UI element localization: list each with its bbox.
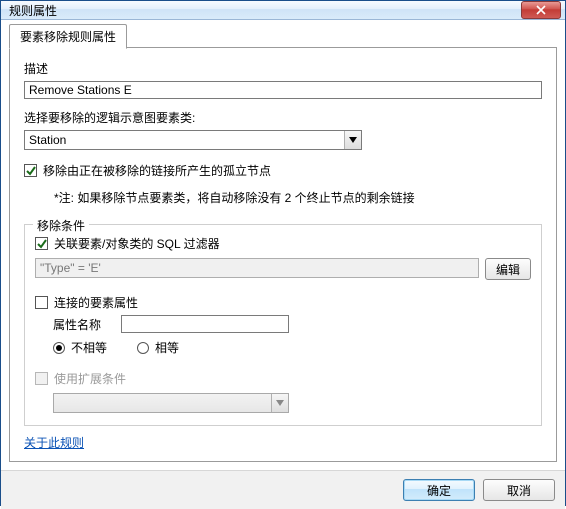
tab-label: 要素移除规则属性 [20,30,116,44]
class-select-value: Station [25,133,344,147]
orphan-checkbox-row: 移除由正在被移除的链接所产生的孤立节点 [24,162,542,179]
radio-equal-label: 相等 [155,339,179,356]
cancel-button[interactable]: 取消 [483,479,555,501]
extended-select [53,393,289,413]
radio-not-equal-label: 不相等 [71,339,107,356]
chevron-down-icon [276,400,284,406]
tabstrip: 要素移除规则属性 [9,26,557,48]
extended-row: 使用扩展条件 [35,370,531,387]
tab-rule-properties[interactable]: 要素移除规则属性 [9,24,127,49]
conditions-legend: 移除条件 [33,217,89,234]
radio-not-equal[interactable] [53,342,65,354]
radio-not-equal-wrap[interactable]: 不相等 [53,339,107,356]
window-title: 规则属性 [9,2,521,19]
titlebar: 规则属性 [1,1,565,20]
attr-name-input[interactable] [121,315,289,333]
edit-button[interactable]: 编辑 [485,258,531,280]
tab-panel: 描述 选择要移除的逻辑示意图要素类: Station 移除由正在被移除的链接所产… [9,48,557,462]
about-rule-link[interactable]: 关于此规则 [24,434,542,451]
close-button[interactable] [521,1,561,19]
dropdown-button[interactable] [344,131,361,149]
radio-equal-wrap[interactable]: 相等 [137,339,179,356]
sql-filter-row: 关联要素/对象类的 SQL 过滤器 [35,235,531,252]
orphan-checkbox-label: 移除由正在被移除的链接所产生的孤立节点 [43,162,271,179]
connected-attr-label: 连接的要素属性 [54,294,138,311]
check-icon [37,239,47,249]
connected-attr-checkbox[interactable] [35,296,48,309]
attr-name-label: 属性名称 [53,316,101,333]
close-icon [536,5,546,15]
description-input[interactable] [24,81,542,99]
conditions-group: 移除条件 关联要素/对象类的 SQL 过滤器 编辑 连接的要素属性 [24,224,542,426]
dropdown-button-disabled [271,394,288,412]
extended-label: 使用扩展条件 [54,370,126,387]
description-label: 描述 [24,60,542,77]
orphan-checkbox[interactable] [24,164,37,177]
sql-filter-checkbox[interactable] [35,237,48,250]
sql-filter-label: 关联要素/对象类的 SQL 过滤器 [54,235,220,252]
footer: 确定 取消 [1,470,565,509]
chevron-down-icon [349,137,357,143]
extended-checkbox [35,372,48,385]
class-select-label: 选择要移除的逻辑示意图要素类: [24,109,542,126]
radio-equal[interactable] [137,342,149,354]
check-icon [26,166,36,176]
sql-filter-input[interactable] [35,258,479,278]
connected-attr-row: 连接的要素属性 [35,294,531,311]
note-text: *注: 如果移除节点要素类，将自动移除没有 2 个终止节点的剩余链接 [54,189,542,206]
class-select[interactable]: Station [24,130,362,150]
ok-button[interactable]: 确定 [403,479,475,501]
